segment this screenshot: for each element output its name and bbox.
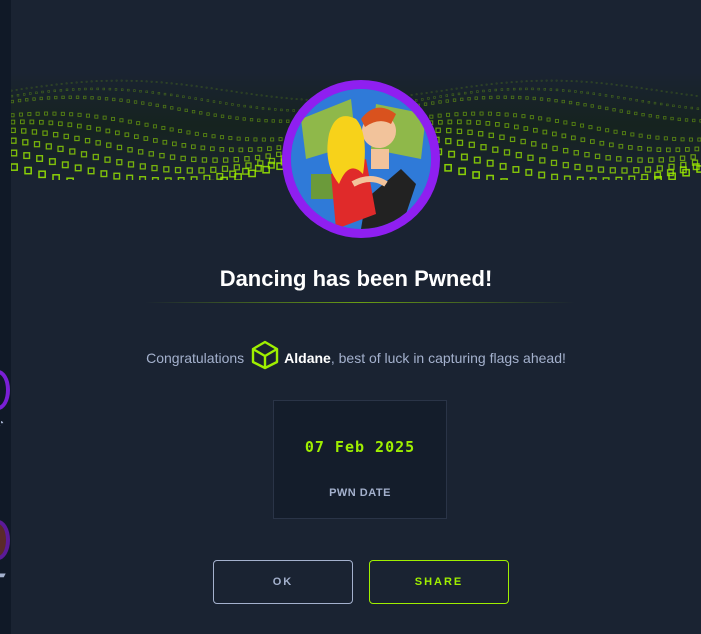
machine-avatar-image <box>291 89 431 229</box>
congrats-prefix: Congratulations <box>146 350 245 367</box>
pwn-date-label: PWN DATE <box>329 487 391 499</box>
title-divider <box>145 302 575 303</box>
ok-button[interactable]: OK <box>213 560 353 604</box>
background-badge-icon: ◔ <box>0 418 5 429</box>
share-button[interactable]: SHARE <box>369 560 509 604</box>
modal-title: Dancing has been Pwned! <box>219 266 493 291</box>
pwned-modal: Dancing has been Pwned! Congratulations … <box>11 0 701 634</box>
background-badge-icon: ▰ <box>0 570 6 581</box>
htb-cube-icon <box>250 340 280 379</box>
congrats-message: Congratulations Aldane, best of luck in … <box>11 340 701 379</box>
background-avatar-ring <box>0 520 10 560</box>
pwn-date-value: 07 Feb 2025 <box>304 438 416 456</box>
pwn-date-card: 07 Feb 2025 PWN DATE <box>273 400 447 519</box>
username[interactable]: Aldane <box>284 350 331 366</box>
background-avatar-ring <box>0 370 10 410</box>
machine-avatar <box>282 80 440 238</box>
congrats-suffix: , best of luck in capturing flags ahead! <box>330 350 566 367</box>
